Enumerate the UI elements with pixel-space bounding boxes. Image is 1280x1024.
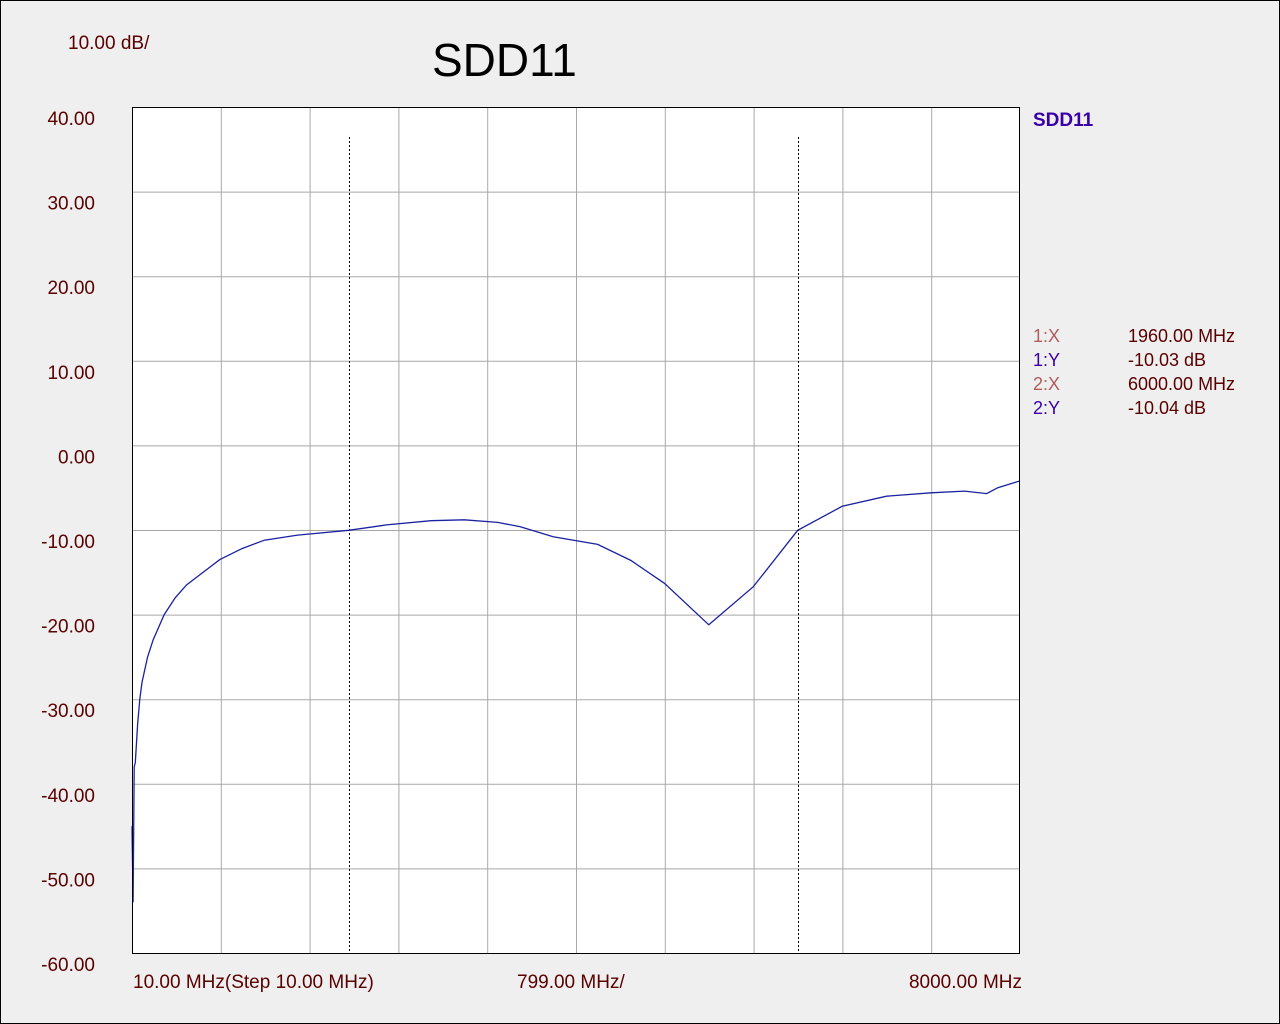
y-tick-label: -50.00 [41, 870, 95, 891]
x-division-label: 799.00 MHz/ [517, 972, 625, 993]
scale-label: 10.00 dB/ [68, 33, 150, 54]
marker-readout-value: -10.03 dB [1128, 350, 1206, 370]
marker-readout-label: 2:X [1033, 374, 1060, 394]
y-tick-label: -60.00 [41, 955, 95, 976]
marker-readout-label: 1:Y [1033, 350, 1060, 370]
x-start-label: 10.00 MHz(Step 10.00 MHz) [133, 972, 374, 993]
y-tick-label: -40.00 [41, 786, 95, 807]
x-stop-label: 8000.00 MHz [909, 972, 1022, 993]
legend-series-name: SDD11 [1033, 110, 1094, 131]
y-tick-label: 30.00 [47, 194, 95, 215]
marker-readout-value: 1960.00 MHz [1128, 326, 1235, 346]
y-tick-label: -10.00 [41, 532, 95, 553]
y-tick-label: 0.00 [58, 447, 95, 468]
marker-readout-value: -10.04 dB [1128, 398, 1206, 418]
y-tick-label: 20.00 [47, 278, 95, 299]
y-tick-label: -20.00 [41, 617, 95, 638]
y-axis-ticks: 40.00 30.00 20.00 10.00 0.00 -10.00 -20.00 -30.… [41, 109, 95, 976]
chart-title: SDD11 [432, 34, 577, 86]
y-tick-label: 40.00 [47, 109, 95, 130]
y-tick-label: -30.00 [41, 701, 95, 722]
marker-readout-label: 2:Y [1033, 398, 1060, 418]
chart-svg: 10.00 dB/ SDD11 40.00 30.00 20.00 10.00 0.00… [0, 0, 1280, 1024]
marker-readout-value: 6000.00 MHz [1128, 374, 1235, 394]
y-tick-label: 10.00 [47, 363, 95, 384]
marker-readout: 1:X 1960.00 MHz 1:Y -10.03 dB 2:X 6000.00 MHz… [1033, 326, 1235, 418]
marker-readout-label: 1:X [1033, 326, 1060, 346]
